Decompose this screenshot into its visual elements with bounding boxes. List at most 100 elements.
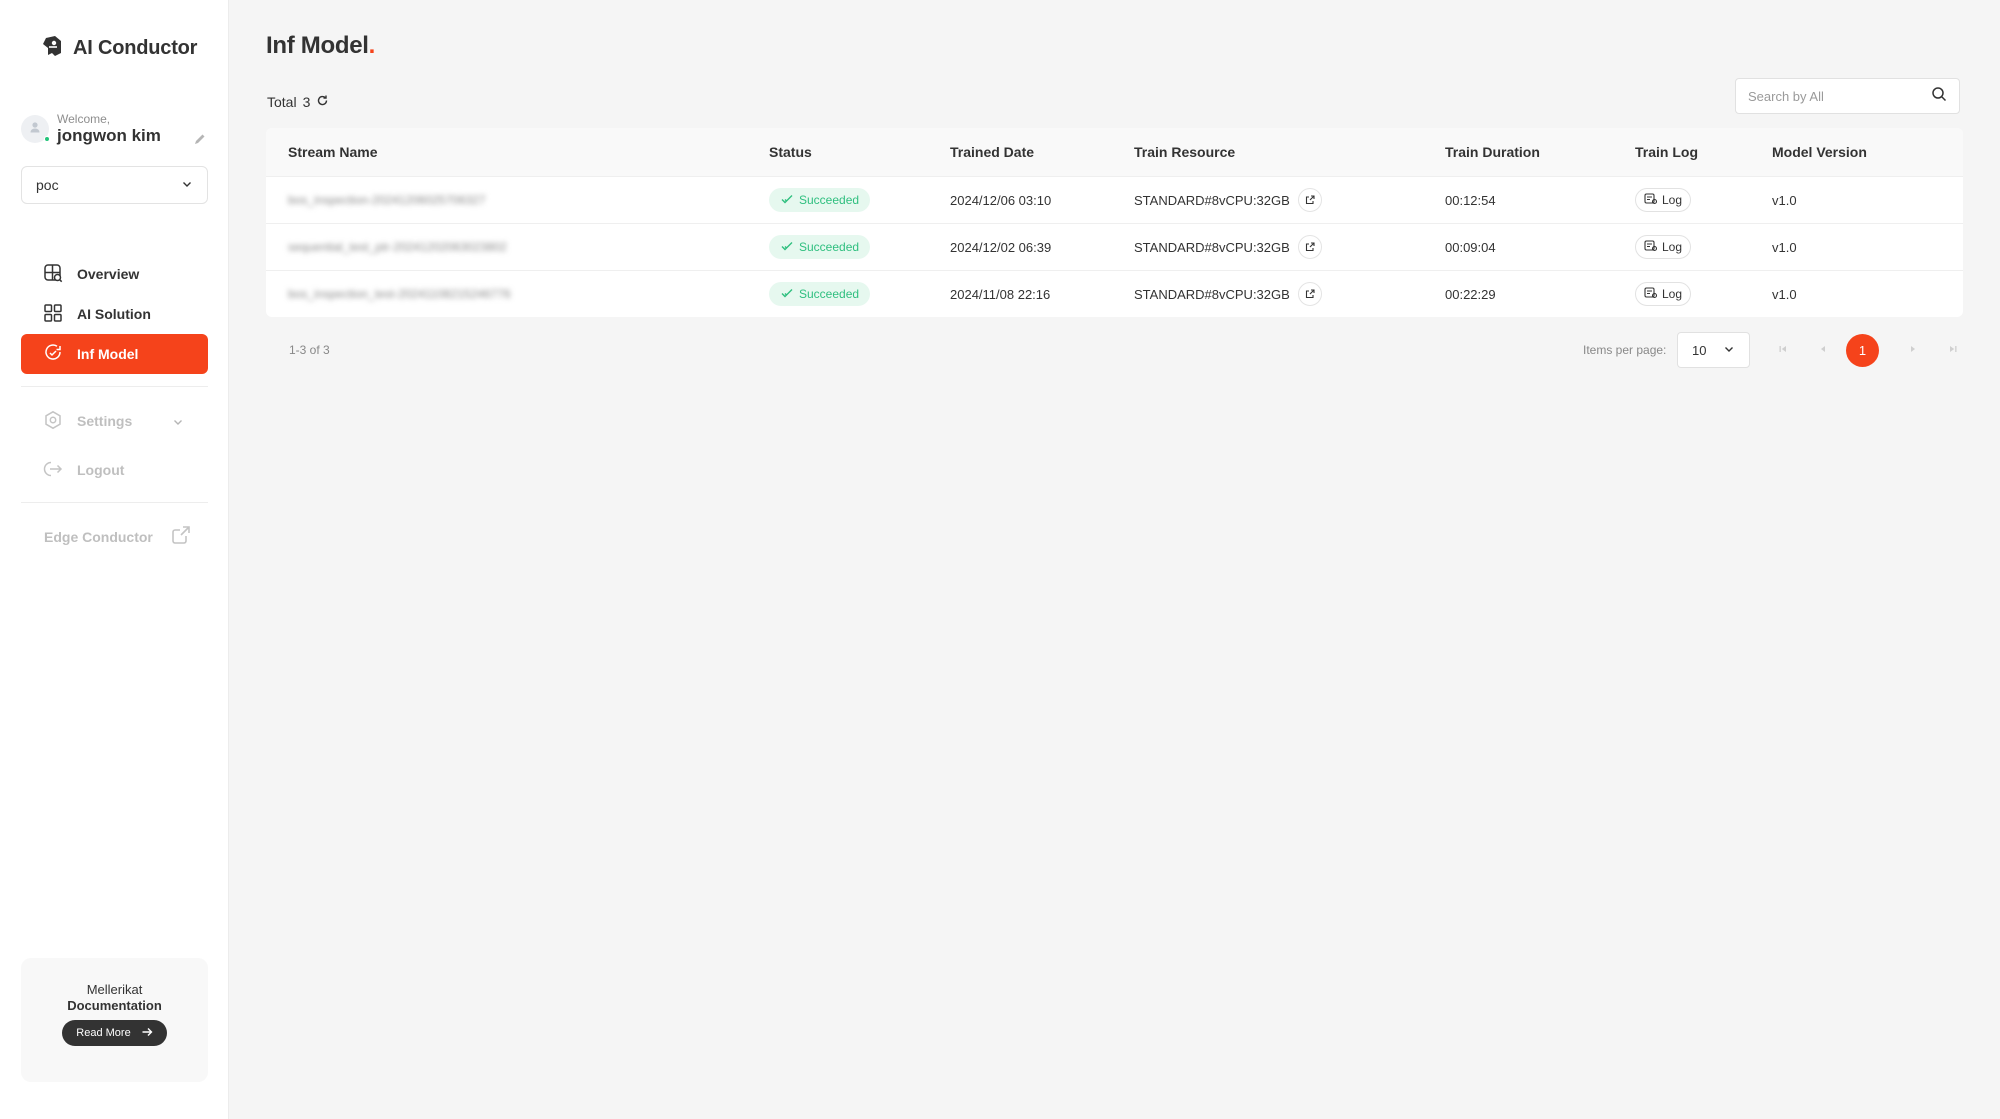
online-indicator: [44, 136, 50, 142]
model-version: v1.0: [1772, 286, 1797, 302]
table-row[interactable]: bos_inspection_test-20241108215246776 Su…: [266, 270, 1963, 317]
trained-date: 2024/12/02 06:39: [950, 239, 1052, 255]
nav-item-settings[interactable]: Settings: [21, 401, 208, 441]
read-more-button[interactable]: Read More: [62, 1020, 167, 1046]
resource-text: STANDARD#8vCPU:32GB: [1134, 192, 1290, 208]
header-train-log[interactable]: Train Log: [1635, 144, 1698, 160]
nav-item-ai-solution[interactable]: AI Solution: [21, 294, 208, 334]
header-model-version[interactable]: Model Version: [1772, 144, 1867, 160]
next-page-button[interactable]: [1903, 340, 1923, 360]
train-resource: STANDARD#8vCPU:32GB: [1134, 282, 1322, 306]
models-table: Stream Name Status Trained Date Train Re…: [266, 128, 1963, 317]
header-train-resource[interactable]: Train Resource: [1134, 144, 1235, 160]
header-trained-date[interactable]: Trained Date: [950, 144, 1034, 160]
refresh-icon[interactable]: [316, 94, 329, 110]
resource-link-button[interactable]: [1297, 235, 1322, 259]
external-link-icon: [1305, 287, 1315, 302]
nav-item-overview[interactable]: Overview: [21, 254, 208, 294]
nav-label-ai-solution: AI Solution: [77, 306, 151, 322]
main-nav: Overview AI Solution Inf Model: [21, 254, 208, 374]
search-input[interactable]: [1748, 88, 1918, 104]
log-icon: [1644, 192, 1658, 208]
title-accent-dot: .: [368, 32, 376, 59]
log-icon: [1644, 286, 1658, 302]
brand-logo-icon: [41, 34, 65, 63]
status-badge: Succeeded: [769, 235, 871, 259]
nav-divider: [21, 502, 208, 503]
user-profile: Welcome, jongwon kim: [21, 112, 207, 146]
external-link-icon: [171, 525, 191, 548]
edge-conductor-link[interactable]: Edge Conductor: [44, 525, 191, 548]
log-cell: Log: [1635, 235, 1692, 259]
workspace-value: poc: [36, 177, 59, 193]
stream-name[interactable]: bos_inspection_test-20241108215246776: [288, 287, 511, 301]
stream-name[interactable]: sequential_test_ptr-20241202063023802: [288, 240, 507, 254]
total-label: Total: [267, 94, 297, 110]
welcome-text: Welcome,: [57, 112, 111, 126]
model-icon: [43, 343, 63, 366]
train-duration: 00:09:04: [1445, 239, 1496, 255]
edge-conductor-label: Edge Conductor: [44, 528, 153, 545]
trained-date: 2024/11/08 22:16: [950, 286, 1051, 302]
check-icon: [781, 193, 793, 207]
username: jongwon kim: [57, 126, 161, 145]
log-button[interactable]: Log: [1635, 282, 1692, 306]
log-button[interactable]: Log: [1635, 235, 1692, 259]
log-button[interactable]: Log: [1635, 188, 1692, 212]
train-duration: 00:22:29: [1445, 286, 1496, 302]
page-title: Inf Model.: [266, 32, 375, 60]
docs-brand: Mellerikat: [86, 982, 143, 997]
chevron-down-icon: [172, 415, 184, 433]
train-duration: 00:12:54: [1445, 192, 1496, 208]
table-row[interactable]: bos_inspection-20241206025706327 Succeed…: [266, 176, 1963, 223]
last-page-button[interactable]: [1943, 340, 1963, 360]
check-icon: [781, 287, 793, 301]
log-label: Log: [1662, 193, 1683, 207]
resource-link-button[interactable]: [1297, 282, 1322, 306]
model-version: v1.0: [1772, 239, 1797, 255]
search-icon[interactable]: [1931, 86, 1947, 107]
prev-page-button[interactable]: [1813, 340, 1833, 360]
nav-item-inf-model[interactable]: Inf Model: [21, 334, 208, 374]
header-status[interactable]: Status: [769, 144, 812, 160]
nav-label-settings: Settings: [77, 413, 133, 429]
globe-search-icon: [43, 263, 63, 286]
page-1-button[interactable]: 1: [1846, 334, 1879, 367]
train-resource: STANDARD#8vCPU:32GB: [1134, 188, 1322, 212]
header-train-duration[interactable]: Train Duration: [1445, 144, 1540, 160]
logout-icon: [43, 459, 63, 482]
log-label: Log: [1662, 240, 1683, 254]
status-text: Succeeded: [799, 240, 860, 254]
page-title-text: Inf Model: [266, 32, 369, 59]
user-icon: [28, 120, 42, 139]
docs-title: Documentation: [67, 998, 162, 1013]
pencil-icon[interactable]: [193, 132, 207, 151]
table-header: Stream Name Status Trained Date Train Re…: [266, 128, 1963, 176]
main-content: Inf Model. Total 3 Stream Name Status Tr…: [229, 0, 2000, 1119]
brand[interactable]: AI Conductor: [41, 34, 197, 63]
resource-text: STANDARD#8vCPU:32GB: [1134, 286, 1290, 302]
total-value: 3: [302, 94, 311, 110]
prev-page-icon: [1818, 341, 1828, 359]
next-page-icon: [1908, 341, 1918, 359]
documentation-card: Mellerikat Documentation Read More: [21, 958, 208, 1082]
nav-label-logout: Logout: [77, 462, 125, 478]
arrow-right-icon: [141, 1026, 153, 1041]
search-box[interactable]: [1735, 78, 1960, 114]
items-per-page-value: 10: [1692, 342, 1707, 358]
nav-item-logout[interactable]: Logout: [21, 450, 208, 490]
stream-name[interactable]: bos_inspection-20241206025706327: [288, 193, 486, 207]
resource-link-button[interactable]: [1297, 188, 1322, 212]
avatar: [21, 115, 50, 143]
header-stream-name[interactable]: Stream Name: [288, 144, 378, 160]
items-per-page-select[interactable]: 10: [1677, 332, 1750, 368]
status-badge: Succeeded: [769, 282, 871, 306]
first-page-button[interactable]: [1773, 340, 1793, 360]
chevron-down-icon: [181, 177, 193, 193]
log-cell: Log: [1635, 282, 1692, 306]
trained-date: 2024/12/06 03:10: [950, 192, 1052, 208]
status-badge: Succeeded: [769, 188, 871, 212]
table-row[interactable]: sequential_test_ptr-20241202063023802 Su…: [266, 223, 1963, 270]
log-cell: Log: [1635, 188, 1692, 212]
workspace-select[interactable]: poc: [21, 166, 208, 204]
